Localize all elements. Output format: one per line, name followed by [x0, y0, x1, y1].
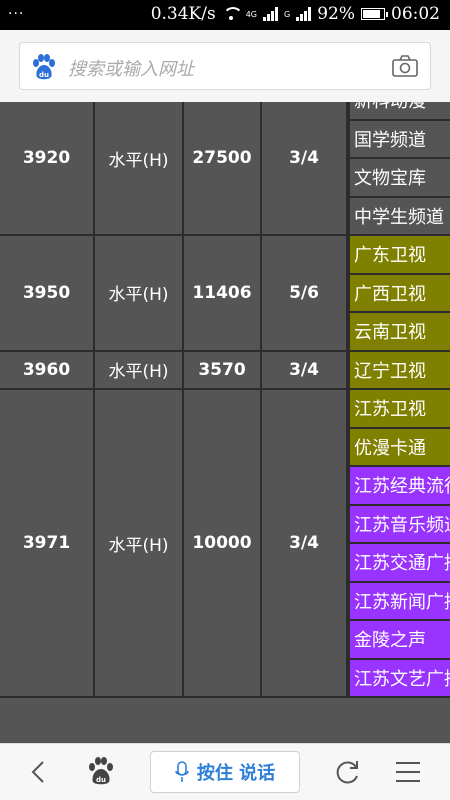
svg-text:du: du: [96, 776, 106, 784]
status-right: 0.34K/s 4G G 92% 06:02: [151, 4, 440, 24]
symbol-rate-cell: 10000: [184, 390, 262, 698]
microphone-icon: [175, 761, 189, 782]
channel-table[interactable]: 3920水平(H)275003/4新科动漫国学频道文物宝库中学生频道3950水平…: [0, 102, 450, 743]
polarization-cell: 水平(H): [95, 351, 184, 390]
voice-button-label: 按住 说话: [196, 763, 276, 784]
baidu-home-icon[interactable]: du: [86, 756, 116, 786]
channel-name-cell: 广西卫视: [348, 274, 450, 313]
channel-name-cell: 江苏卫视: [348, 390, 450, 429]
fec-cell: 3/4: [262, 102, 348, 236]
freq-cell: 3960: [0, 351, 95, 390]
menu-icon[interactable]: [395, 760, 421, 784]
signal-icon-2: [296, 7, 312, 21]
net-type-1: 4G: [245, 9, 257, 19]
bottom-toolbar: du 按住 说话: [0, 743, 450, 800]
freq-cell: 3950: [0, 236, 95, 352]
channel-name-cell: 辽宁卫视: [348, 351, 450, 390]
fec-cell: 3/4: [262, 390, 348, 698]
channel-name-cell: 江苏经典流行: [348, 467, 450, 506]
polarization-cell: 水平(H): [95, 236, 184, 352]
search-area: du 搜索或输入网址: [0, 30, 450, 102]
symbol-rate-cell: 11406: [184, 236, 262, 352]
channel-name-cell: 金陵之声: [348, 621, 450, 660]
status-bar: ··· 0.34K/s 4G G 92% 06:02: [0, 0, 450, 30]
channel-name-cell: 中学生频道: [348, 197, 450, 236]
battery-percent: 92%: [317, 4, 355, 24]
baidu-paw-icon: du: [33, 54, 55, 80]
back-icon[interactable]: [28, 760, 50, 784]
clock: 06:02: [391, 4, 440, 24]
channel-name-cell: 新科动漫: [348, 102, 450, 121]
notification-indicator: ···: [8, 6, 25, 22]
fec-cell: 3/4: [262, 351, 348, 390]
channel-name-cell: 江苏文艺广播: [348, 659, 450, 698]
channel-name-cell: 国学频道: [348, 120, 450, 159]
signal-icon: [263, 7, 278, 21]
freq-cell: 3920: [0, 102, 95, 236]
channel-name-cell: 江苏新闻广播: [348, 582, 450, 621]
polarization-cell: 水平(H): [95, 390, 184, 698]
net-type-2: G: [284, 9, 291, 19]
battery-icon: [361, 8, 388, 20]
search-placeholder: 搜索或输入网址: [68, 59, 194, 80]
voice-search-button[interactable]: 按住 说话: [150, 751, 300, 793]
camera-icon[interactable]: [392, 55, 418, 77]
channel-name-cell: 文物宝库: [348, 159, 450, 198]
symbol-rate-cell: 27500: [184, 102, 262, 236]
wifi-icon: [222, 7, 243, 21]
channel-name-cell: 云南卫视: [348, 313, 450, 352]
freq-cell: 3971: [0, 390, 95, 698]
channel-name-cell: 优漫卡通: [348, 428, 450, 467]
channel-name-cell: 江苏交通广播: [348, 544, 450, 583]
channel-name-cell: 广东卫视: [348, 236, 450, 275]
network-speed: 0.34K/s: [150, 4, 216, 24]
svg-text:du: du: [39, 71, 49, 79]
refresh-icon[interactable]: [333, 758, 361, 786]
channel-name-cell: 江苏音乐频道: [348, 505, 450, 544]
search-input[interactable]: du 搜索或输入网址: [19, 42, 431, 90]
polarization-cell: 水平(H): [95, 102, 184, 236]
symbol-rate-cell: 3570: [184, 351, 262, 390]
fec-cell: 5/6: [262, 236, 348, 352]
